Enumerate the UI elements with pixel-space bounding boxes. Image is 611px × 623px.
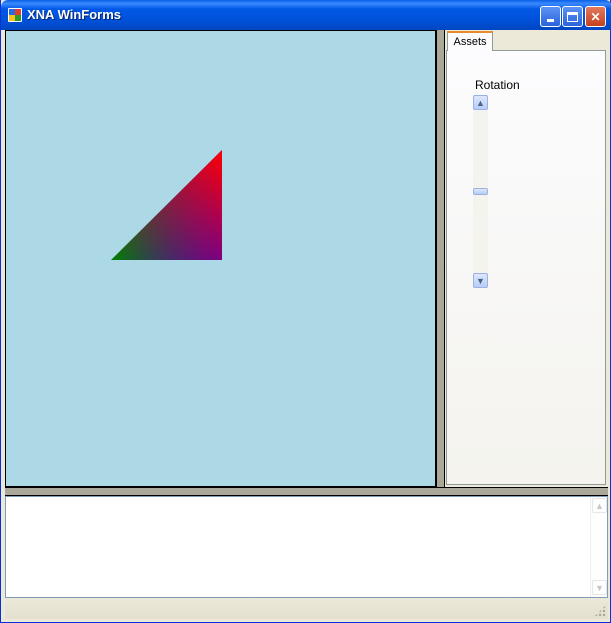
output-scroll-down-button[interactable]: ▼ — [592, 580, 607, 595]
maximize-icon — [567, 11, 578, 22]
rotation-label: Rotation — [475, 78, 520, 92]
resize-grip-icon[interactable] — [594, 605, 606, 617]
close-button[interactable]: ✕ — [585, 6, 606, 27]
tab-assets[interactable]: Assets — [447, 31, 493, 51]
vertical-splitter[interactable] — [436, 30, 445, 487]
status-bar — [5, 598, 608, 619]
output-scrollbar[interactable]: ▲ ▼ — [590, 497, 607, 597]
maximize-button[interactable] — [562, 6, 583, 27]
app-icon[interactable] — [8, 8, 22, 22]
title-bar[interactable]: XNA WinForms ✕ — [1, 0, 611, 30]
minimize-button[interactable] — [540, 6, 561, 27]
close-icon: ✕ — [590, 9, 601, 24]
horizontal-splitter[interactable] — [5, 487, 608, 496]
rotation-scrollbar[interactable]: ▲ ▼ — [473, 95, 488, 288]
assets-tab-panel: Rotation ▲ ▼ — [446, 50, 606, 485]
window-title: XNA WinForms — [27, 7, 122, 22]
chevron-down-icon: ▼ — [476, 275, 485, 286]
output-scroll-up-button[interactable]: ▲ — [592, 498, 607, 513]
scroll-up-button[interactable]: ▲ — [473, 95, 488, 110]
output-textbox[interactable]: ▲ ▼ — [5, 496, 608, 598]
tab-assets-label: Assets — [453, 36, 487, 48]
chevron-up-icon: ▲ — [476, 97, 485, 108]
rotation-scroll-thumb[interactable] — [473, 188, 488, 195]
main-window: XNA WinForms ✕ Assets Rotation ▲ ▼ ▲ ▼ — [0, 0, 611, 623]
chevron-up-icon: ▲ — [595, 500, 604, 511]
render-viewport[interactable] — [5, 30, 436, 487]
chevron-down-icon: ▼ — [595, 582, 604, 593]
rendered-triangle — [111, 150, 222, 260]
minimize-icon — [547, 18, 554, 22]
scroll-down-button[interactable]: ▼ — [473, 273, 488, 288]
